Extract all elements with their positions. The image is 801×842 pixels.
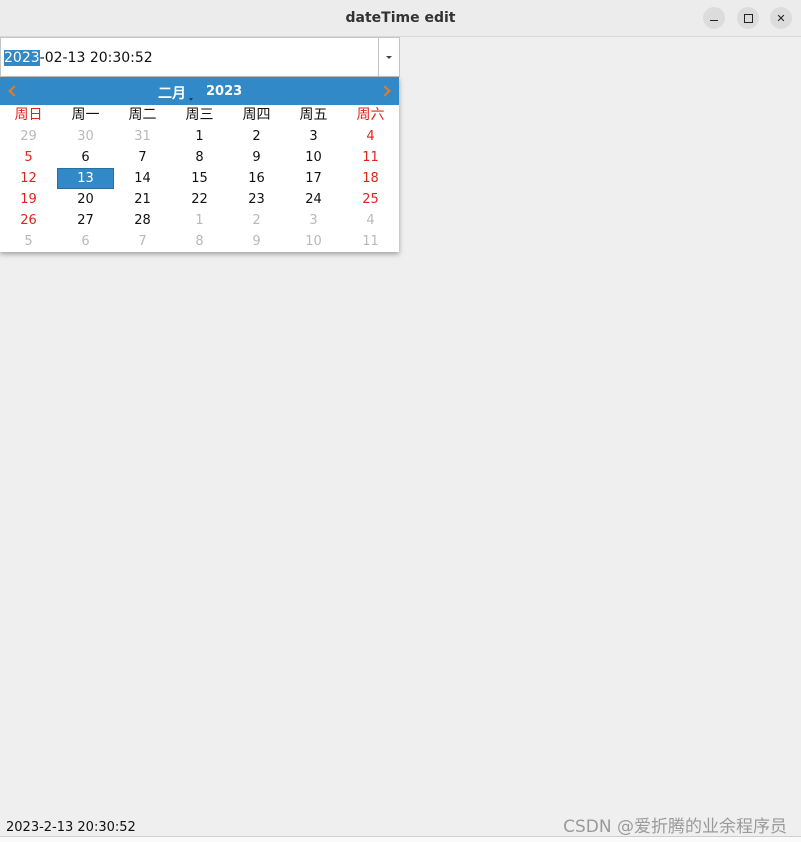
calendar-day[interactable]: 9 xyxy=(228,147,285,168)
month-menu-caret-icon xyxy=(189,98,193,101)
calendar-day[interactable]: 29 xyxy=(0,126,57,147)
weekday-header: 周三 xyxy=(185,107,214,123)
dropdown-arrow-icon xyxy=(386,55,392,59)
calendar-day[interactable]: 27 xyxy=(57,210,114,231)
calendar-week-row: 5 6 7 8 9 10 11 xyxy=(0,147,399,168)
weekday-header: 周二 xyxy=(128,107,157,123)
calendar-day[interactable]: 10 xyxy=(285,147,342,168)
calendar-week-row: 12 13 14 15 16 17 18 xyxy=(0,168,399,189)
calendar-day[interactable]: 7 xyxy=(114,231,171,252)
maximize-button[interactable] xyxy=(737,7,759,29)
calendar-day[interactable]: 21 xyxy=(114,189,171,210)
calendar-day[interactable]: 5 xyxy=(0,231,57,252)
calendar-week-row: 29 30 31 1 2 3 4 xyxy=(0,126,399,147)
datetime-status-label: 2023-2-13 20:30:52 xyxy=(6,820,136,835)
watermark: CSDN @爱折腾的业余程序员 xyxy=(563,817,787,837)
maximize-icon xyxy=(743,13,753,23)
calendar-week-row: 5 6 7 8 9 10 11 xyxy=(0,231,399,252)
next-month-button[interactable] xyxy=(378,80,396,102)
calendar-day[interactable]: 6 xyxy=(57,231,114,252)
year-selector[interactable]: 2023 xyxy=(206,84,242,99)
calendar-day[interactable]: 26 xyxy=(0,210,57,231)
calendar-day[interactable]: 30 xyxy=(57,126,114,147)
calendar-week-row: 19 20 21 22 23 24 25 xyxy=(0,189,399,210)
weekday-header: 周六 xyxy=(356,107,385,123)
calendar-popup: 二月 2023 周日 周一 周二 周三 周四 周五 周六 29 30 31 1 … xyxy=(0,77,399,252)
calendar-day[interactable]: 24 xyxy=(285,189,342,210)
calendar-day[interactable]: 25 xyxy=(342,189,399,210)
datetime-edit[interactable]: 2023-02-13 20:30:52 xyxy=(0,37,400,77)
calendar-day[interactable]: 1 xyxy=(171,126,228,147)
calendar-day[interactable]: 7 xyxy=(114,147,171,168)
datetime-edit-text[interactable]: 2023-02-13 20:30:52 xyxy=(4,50,153,66)
datetime-rest-text[interactable]: -02-13 20:30:52 xyxy=(40,50,153,66)
calendar-day[interactable]: 8 xyxy=(171,147,228,168)
calendar-day[interactable]: 31 xyxy=(114,126,171,147)
minimize-icon xyxy=(710,20,718,21)
calendar-day[interactable]: 18 xyxy=(342,168,399,189)
window-titlebar: dateTime edit ✕ xyxy=(0,0,801,37)
calendar-day[interactable]: 4 xyxy=(342,126,399,147)
close-icon: ✕ xyxy=(776,11,786,25)
calendar-day[interactable]: 2 xyxy=(228,210,285,231)
calendar-day[interactable]: 9 xyxy=(228,231,285,252)
calendar-day-selected[interactable]: 13 xyxy=(57,168,114,189)
calendar-day[interactable]: 19 xyxy=(0,189,57,210)
prev-month-button[interactable] xyxy=(3,80,21,102)
bottom-edge xyxy=(0,836,801,842)
calendar-day[interactable]: 14 xyxy=(114,168,171,189)
weekday-header: 周四 xyxy=(242,107,271,123)
close-button[interactable]: ✕ xyxy=(770,7,792,29)
calendar-day[interactable]: 10 xyxy=(285,231,342,252)
calendar-day[interactable]: 17 xyxy=(285,168,342,189)
calendar-day[interactable]: 15 xyxy=(171,168,228,189)
datetime-year-section[interactable]: 2023 xyxy=(4,50,40,66)
chevron-left-icon xyxy=(8,85,20,97)
window-title: dateTime edit xyxy=(345,10,456,26)
weekday-header: 周日 xyxy=(14,107,43,123)
calendar-nav-bar: 二月 2023 xyxy=(0,77,399,105)
calendar-day[interactable]: 3 xyxy=(285,126,342,147)
chevron-right-icon xyxy=(379,85,391,97)
calendar-day[interactable]: 2 xyxy=(228,126,285,147)
calendar-day[interactable]: 20 xyxy=(57,189,114,210)
calendar-day[interactable]: 23 xyxy=(228,189,285,210)
calendar-day[interactable]: 8 xyxy=(171,231,228,252)
weekday-header: 周五 xyxy=(299,107,328,123)
minimize-button[interactable] xyxy=(703,7,725,29)
calendar-grid: 周日 周一 周二 周三 周四 周五 周六 29 30 31 1 2 3 4 5 … xyxy=(0,105,399,252)
calendar-day[interactable]: 3 xyxy=(285,210,342,231)
calendar-day[interactable]: 28 xyxy=(114,210,171,231)
calendar-day[interactable]: 12 xyxy=(0,168,57,189)
calendar-day[interactable]: 6 xyxy=(57,147,114,168)
calendar-week-row: 26 27 28 1 2 3 4 xyxy=(0,210,399,231)
calendar-day[interactable]: 1 xyxy=(171,210,228,231)
calendar-day[interactable]: 22 xyxy=(171,189,228,210)
calendar-day[interactable]: 16 xyxy=(228,168,285,189)
calendar-dropdown-button[interactable] xyxy=(378,38,399,76)
weekday-header-row: 周日 周一 周二 周三 周四 周五 周六 xyxy=(0,105,399,126)
month-selector[interactable]: 二月 xyxy=(158,83,186,103)
calendar-day[interactable]: 11 xyxy=(342,231,399,252)
calendar-day[interactable]: 4 xyxy=(342,210,399,231)
calendar-day[interactable]: 11 xyxy=(342,147,399,168)
weekday-header: 周一 xyxy=(71,107,100,123)
calendar-day[interactable]: 5 xyxy=(0,147,57,168)
